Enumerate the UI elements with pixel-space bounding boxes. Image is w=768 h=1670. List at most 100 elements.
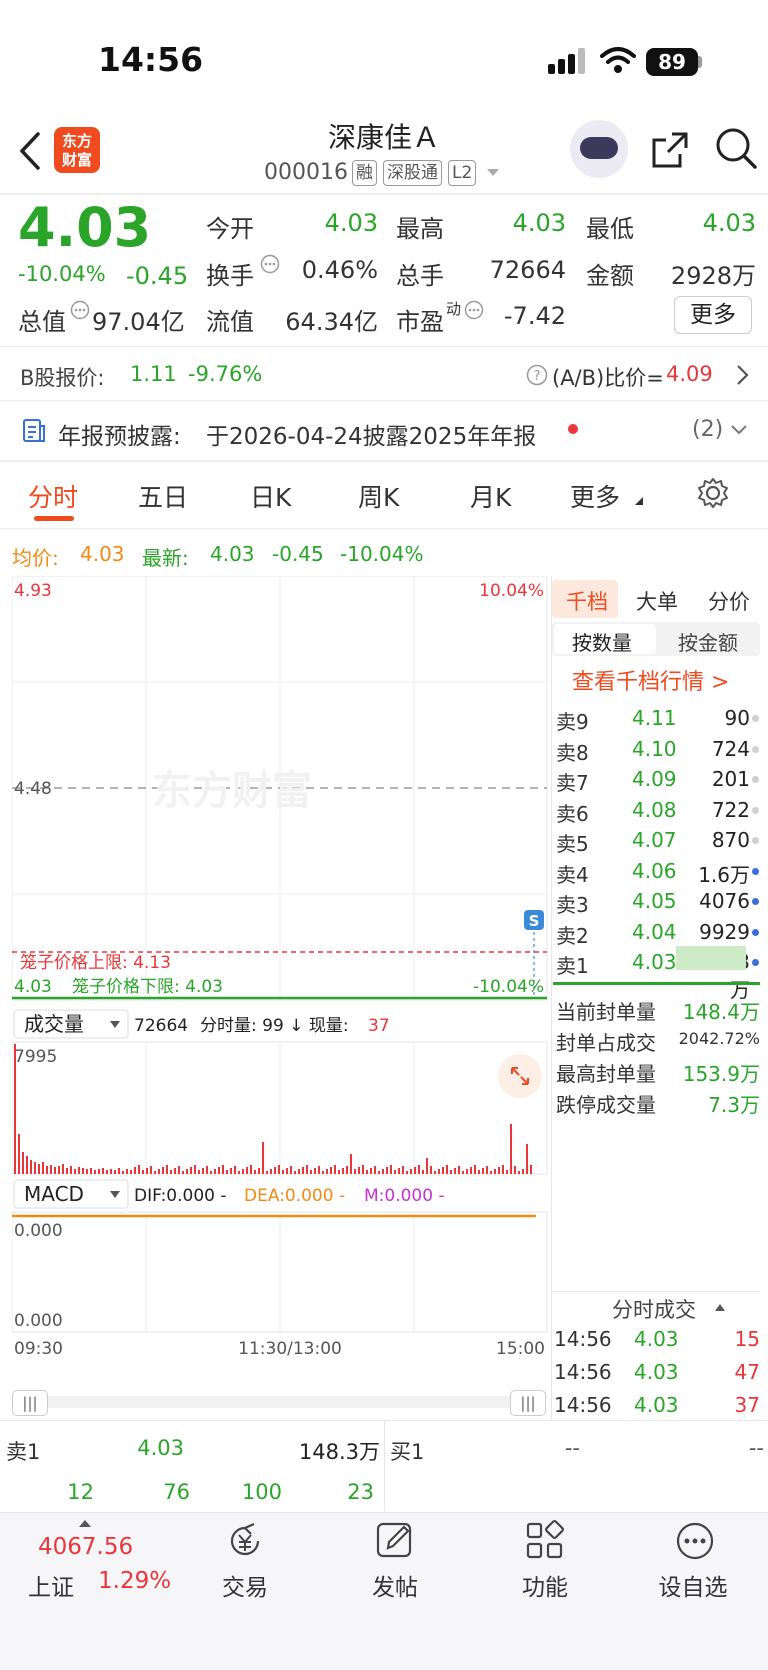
ask1-highlight: [676, 946, 746, 970]
volume-bar: [398, 1168, 400, 1174]
volume-bar: [322, 1171, 324, 1174]
volume-bar: [418, 1165, 420, 1174]
volume-bar: [314, 1168, 316, 1174]
index-pct[interactable]: 1.29%: [98, 1568, 171, 1594]
tab-monthly-k[interactable]: 月K: [470, 478, 511, 514]
gear-icon[interactable]: [696, 476, 730, 510]
view-qiandang-link[interactable]: 查看千档行情 >: [572, 664, 729, 696]
mktcap-label: 总值: [18, 308, 66, 336]
volume-bar: [294, 1171, 296, 1174]
more-button[interactable]: 更多: [674, 296, 752, 334]
index-value[interactable]: 4067.56: [38, 1534, 133, 1560]
change-amount: -0.45: [126, 262, 189, 290]
volume-bar: [230, 1168, 232, 1174]
tab-price-dist[interactable]: 分价: [708, 586, 750, 616]
nav-add-watchlist[interactable]: 设自选: [643, 1568, 743, 1602]
amount-value: 2928万: [670, 262, 756, 290]
volume-bar: [530, 1165, 532, 1174]
apps-icon[interactable]: [524, 1520, 566, 1562]
macd-m: M:0.000 -: [364, 1186, 445, 1206]
queue-order: 12: [67, 1480, 94, 1504]
trade-volume: 15: [734, 1327, 760, 1351]
order-dot: [752, 959, 759, 966]
scroll-handle-right[interactable]: |||: [510, 1390, 546, 1416]
nav-functions[interactable]: 功能: [495, 1568, 595, 1602]
status-time: 14:56: [98, 40, 204, 79]
trade-icon[interactable]: [224, 1520, 266, 1562]
tab-active-indicator: [34, 516, 74, 521]
tab-daily-k[interactable]: 日K: [250, 478, 291, 514]
volume-bar: [22, 1152, 24, 1174]
low-value: 4.03: [702, 209, 756, 237]
chevron-right-icon[interactable]: [736, 364, 750, 386]
intraday-chart[interactable]: 东方财富 S 4.93 10.04% 4.48 笼子价格上限: 4.13 4.0…: [12, 576, 548, 1356]
tab-weekly-k[interactable]: 周K: [358, 478, 399, 514]
volume-bar: [14, 1044, 16, 1174]
chevron-down-icon[interactable]: [486, 168, 500, 178]
trades-title[interactable]: 分时成交: [612, 1294, 696, 1324]
panel-divider: [551, 576, 552, 1421]
search-icon[interactable]: [714, 126, 758, 170]
volume-bar: [310, 1170, 312, 1174]
stock-code: 000016: [264, 160, 348, 185]
tab-big-orders[interactable]: 大单: [636, 586, 678, 616]
sell1-volume: 148.3万: [298, 1440, 380, 1464]
ask-level-label: 卖8: [556, 740, 589, 765]
ask-level-label: 卖9: [556, 710, 589, 734]
volume-bar: [218, 1167, 220, 1174]
tab-intraday[interactable]: 分时: [28, 478, 78, 514]
volume-bar: [158, 1169, 160, 1174]
info-dots-icon[interactable]: [464, 300, 484, 320]
more-dots-icon[interactable]: [674, 1520, 716, 1562]
volume-bar: [178, 1166, 180, 1174]
volume-bar: [170, 1170, 172, 1174]
volume-bar: [330, 1167, 332, 1174]
expand-button[interactable]: [498, 1054, 542, 1098]
notice-text[interactable]: 于2026-04-24披露2025年年报: [206, 417, 536, 451]
ask-level-price: 4.07: [632, 828, 677, 852]
compose-icon[interactable]: [374, 1520, 416, 1562]
help-icon[interactable]: ?: [526, 364, 548, 386]
info-dots-icon[interactable]: [260, 254, 280, 274]
subtab-by-quantity[interactable]: 按数量: [572, 627, 632, 656]
volume-bar: [502, 1165, 504, 1174]
order-dot: [752, 867, 759, 875]
divider: [552, 1291, 760, 1292]
volume-bar: [462, 1171, 464, 1174]
ask-level-volume: 722: [711, 797, 750, 822]
volume-bar: [374, 1166, 376, 1174]
nav-trade[interactable]: 交易: [195, 1568, 295, 1602]
tab-five-day[interactable]: 五日: [138, 478, 188, 514]
ask-level-price: 4.11: [632, 706, 677, 730]
info-dots-icon[interactable]: [70, 300, 90, 320]
tag-connect: 深股通: [383, 160, 442, 186]
macd-bottom-label: 0.000: [14, 1311, 63, 1331]
queue-order: 23: [347, 1480, 374, 1504]
volume-bar: [430, 1166, 432, 1174]
volume-bar: [70, 1166, 72, 1174]
seal-stat-value: 153.9万: [682, 1062, 760, 1086]
document-icon: [23, 419, 45, 442]
order-dot: [752, 776, 759, 783]
float-value: 64.34亿: [285, 308, 378, 336]
volume-bar: [206, 1166, 208, 1174]
index-name[interactable]: 上证: [28, 1568, 74, 1602]
nav-post[interactable]: 发帖: [345, 1568, 445, 1602]
order-dot: [752, 898, 759, 905]
bshare-label: B股报价:: [20, 366, 105, 390]
s-badge-label: S: [529, 912, 540, 930]
tab-more[interactable]: 更多: [570, 478, 620, 514]
subtab-by-amount[interactable]: 按金额: [678, 627, 738, 656]
volume-bars: [14, 1044, 532, 1174]
change-percent: -10.04%: [18, 262, 106, 286]
volume-bar: [50, 1165, 52, 1174]
chart-scrollbar-track[interactable]: [12, 1396, 546, 1408]
scroll-handle-left[interactable]: |||: [12, 1390, 48, 1416]
pe-superscript: 动: [446, 300, 462, 318]
tab-qiandang[interactable]: 千档: [566, 586, 608, 616]
share-icon[interactable]: [650, 128, 692, 170]
notice-label: 年报预披露:: [58, 424, 181, 450]
volume-bar: [66, 1168, 68, 1174]
chevron-down-icon[interactable]: [730, 424, 748, 436]
amount-label: 金额: [586, 262, 634, 290]
